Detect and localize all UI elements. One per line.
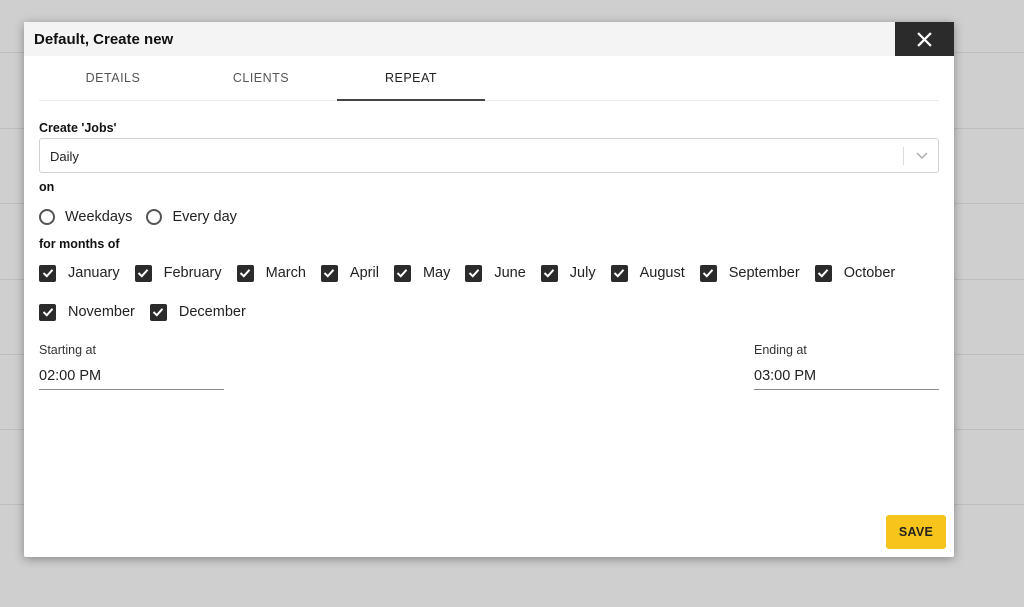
- months-checkbox-group: January February March April May June Ju…: [39, 262, 939, 323]
- radio-every-day[interactable]: Every day: [146, 209, 237, 225]
- checkbox-box[interactable]: [465, 264, 483, 282]
- months-label: for months of: [39, 237, 120, 251]
- checkbox-box[interactable]: [540, 264, 558, 282]
- radio-weekdays-label: Weekdays: [65, 209, 133, 225]
- end-time-value: 03:00 PM: [754, 368, 817, 384]
- radio-weekdays[interactable]: Weekdays: [39, 209, 132, 225]
- checkbox-label: October: [843, 265, 896, 281]
- checkbox-label: May: [422, 265, 451, 281]
- tab-details[interactable]: DETAILS: [39, 56, 187, 100]
- checkbox-label: August: [639, 265, 685, 281]
- checkbox-october[interactable]: October: [814, 264, 896, 282]
- checkbox-april[interactable]: April: [320, 264, 379, 282]
- checkbox-label: June: [494, 265, 526, 281]
- on-label: on: [39, 180, 55, 194]
- checkbox-box[interactable]: [134, 264, 152, 282]
- check-icon: [324, 269, 335, 278]
- checkbox-march[interactable]: March: [236, 264, 306, 282]
- end-time-label: Ending at: [754, 343, 807, 357]
- checkbox-december[interactable]: December: [149, 303, 246, 321]
- check-icon: [42, 308, 53, 317]
- start-time-value: 02:00 PM: [39, 368, 102, 384]
- create-label: Create 'Jobs': [39, 121, 117, 135]
- checkbox-label: November: [68, 304, 135, 320]
- checkbox-label: April: [349, 265, 379, 281]
- radio-circle[interactable]: [39, 209, 55, 225]
- checkbox-box[interactable]: [320, 264, 338, 282]
- checkbox-label: July: [569, 265, 596, 281]
- check-icon: [153, 308, 164, 317]
- end-time-field[interactable]: 03:00 PM: [754, 363, 939, 390]
- checkbox-box[interactable]: [699, 264, 717, 282]
- checkbox-box[interactable]: [814, 264, 832, 282]
- check-icon: [468, 269, 480, 278]
- close-button[interactable]: [895, 22, 954, 56]
- dialog-titlebar: Default, Create new: [24, 22, 954, 56]
- checkbox-box[interactable]: [610, 264, 628, 282]
- close-icon: [917, 31, 932, 47]
- checkbox-label: February: [163, 265, 222, 281]
- check-icon: [42, 269, 53, 278]
- checkbox-box[interactable]: [39, 303, 56, 321]
- check-icon: [613, 269, 625, 278]
- checkbox-february[interactable]: February: [134, 264, 222, 282]
- checkbox-august[interactable]: August: [610, 264, 685, 282]
- checkbox-label: September: [728, 265, 800, 281]
- start-time-label: Starting at: [39, 343, 96, 357]
- checkbox-label: March: [265, 265, 306, 281]
- select-separator: [903, 147, 904, 165]
- start-time-field[interactable]: 02:00 PM: [39, 363, 224, 390]
- checkbox-box[interactable]: [149, 303, 167, 321]
- dialog-title: Default, Create new: [34, 31, 174, 48]
- checkbox-box[interactable]: [236, 264, 254, 282]
- save-button[interactable]: SAVE: [886, 515, 946, 549]
- on-radio-group: Weekdays Every day: [39, 207, 251, 227]
- chevron-down-icon: [916, 152, 928, 159]
- check-icon: [703, 269, 714, 278]
- checkbox-box[interactable]: [39, 264, 56, 282]
- months-row: January February March April May June Ju…: [39, 262, 939, 284]
- checkbox-may[interactable]: May: [393, 264, 451, 282]
- radio-circle[interactable]: [146, 209, 163, 225]
- checkbox-september[interactable]: September: [699, 264, 800, 282]
- checkbox-july[interactable]: July: [540, 264, 596, 282]
- frequency-value: Daily: [50, 149, 79, 164]
- check-icon: [137, 269, 149, 278]
- check-icon: [239, 269, 251, 278]
- check-icon: [397, 269, 408, 278]
- checkbox-box[interactable]: [393, 264, 411, 282]
- tab-clients[interactable]: CLIENTS: [187, 56, 335, 100]
- check-icon: [544, 269, 555, 278]
- radio-every-day-label: Every day: [172, 209, 237, 225]
- checkbox-label: January: [68, 265, 120, 281]
- tab-repeat[interactable]: REPEAT: [337, 56, 485, 101]
- check-icon: [817, 269, 829, 278]
- create-dialog: Default, Create new DETAILS CLIENTS REPE…: [24, 22, 954, 557]
- tab-bar: DETAILS CLIENTS REPEAT: [39, 56, 939, 101]
- checkbox-january[interactable]: January: [39, 264, 120, 282]
- checkbox-label: December: [178, 304, 246, 320]
- months-row: November December: [39, 301, 939, 323]
- checkbox-november[interactable]: November: [39, 303, 135, 321]
- checkbox-june[interactable]: June: [465, 264, 526, 282]
- frequency-select[interactable]: Daily: [39, 138, 939, 173]
